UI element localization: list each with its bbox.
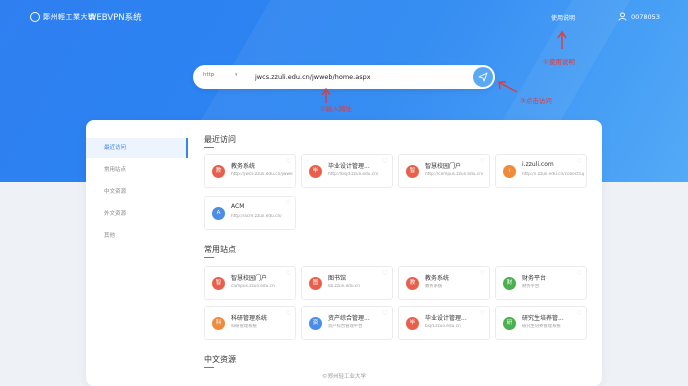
site-icon: 教 <box>406 277 419 290</box>
university-logo[interactable]: 鄭州輕工業大學 <box>30 12 96 22</box>
user-menu[interactable]: 0078053 <box>618 12 660 21</box>
annotation-click-visit: ③点击访问 <box>520 97 552 105</box>
site-url: 教务系统 <box>425 284 443 289</box>
site-tile[interactable]: 资资产综合管理... 资产综合管理平台 ♡ <box>301 306 393 340</box>
site-name: 毕业设计管理... <box>328 163 370 170</box>
site-icon: 图 <box>309 277 322 290</box>
site-icon: 智 <box>212 277 225 290</box>
favorite-icon[interactable]: ♡ <box>383 158 388 165</box>
site-url: http://acm.zzuli.edu.cn/ <box>231 214 282 219</box>
annotation-arrow <box>498 81 518 93</box>
footer-copyright: ©郑州轻工业大学 <box>321 374 366 380</box>
annotation-enter-url: ②输入网址 <box>320 105 352 113</box>
site-icon: 毕 <box>406 317 419 330</box>
url-search-bar: http ▾ <box>193 65 495 89</box>
site-icon: 科 <box>212 317 225 330</box>
favorite-icon[interactable]: ♡ <box>286 158 291 165</box>
site-icon: 资 <box>309 317 322 330</box>
annotation-usage-guide: ①使用说明 <box>543 58 575 66</box>
annotation-arrow <box>321 88 331 103</box>
site-icon: 研 <box>503 317 516 330</box>
favorite-icon[interactable]: ♡ <box>480 158 485 165</box>
site-name: 毕业设计管理... <box>425 315 467 322</box>
site-tile[interactable]: 科科研管理系统 科研管理系统 ♡ <box>204 306 296 340</box>
favorite-icon[interactable]: ♡ <box>577 270 582 277</box>
site-name: 资产综合管理... <box>328 315 370 322</box>
favorite-icon[interactable]: ♡ <box>383 270 388 277</box>
site-url: 科研管理系统 <box>231 324 257 329</box>
site-url: campus.zzuli.edu.cn <box>231 284 275 289</box>
site-name: 智慧校园门户 <box>231 275 268 282</box>
favorite-icon[interactable]: ♡ <box>480 310 485 317</box>
site-name: 教务系统 <box>425 275 450 282</box>
annotation-arrow <box>557 30 567 49</box>
section-title-recent: 最近访问 <box>204 135 236 148</box>
favorite-icon[interactable]: ♡ <box>286 270 291 277</box>
site-url: lib.zzuli.edu.cn <box>328 284 361 289</box>
site-url: 研究生培养管理系统 <box>522 324 561 329</box>
favorite-icon[interactable]: ♡ <box>577 310 582 317</box>
site-tile[interactable]: 毕毕业设计管理... http://bsjd.zzuli.edu.cn/ ♡ <box>301 154 393 188</box>
site-icon: 毕 <box>309 165 322 178</box>
site-icon: A <box>212 207 225 220</box>
site-tile[interactable]: 研研究生培养管... 研究生培养管理系统 ♡ <box>495 306 587 340</box>
usage-guide-link[interactable]: 使用说明 <box>551 13 575 22</box>
main-panel: 最近访问 常用站点 中文资源 外文资源 其他 最近访问 教教务系统 http://… <box>86 120 602 386</box>
site-tile[interactable]: 智智慧校园门户 campus.zzuli.edu.cn ♡ <box>204 266 296 300</box>
site-url: bsjd.zzuli.edu.cn <box>425 324 461 329</box>
site-tile[interactable]: 图图书馆 lib.zzuli.edu.cn ♡ <box>301 266 393 300</box>
site-icon: i <box>503 165 516 178</box>
section-title-chinese: 中文资源 <box>204 355 236 368</box>
site-tile[interactable]: A ACM http://acm.zzuli.edu.cn/ ♡ <box>204 196 296 230</box>
system-title: WEBVPN系统 <box>88 13 142 23</box>
site-tile[interactable]: 毕毕业设计管理... bsjd.zzuli.edu.cn ♡ <box>398 306 490 340</box>
sidebar-item-recent[interactable]: 最近访问 <box>86 138 188 158</box>
user-icon <box>618 12 627 21</box>
site-name: 研究生培养管... <box>522 315 564 322</box>
site-tile[interactable]: 教教务系统 教务系统 ♡ <box>398 266 490 300</box>
site-url: http://jwcs.zzuli.edu.cn/jwweb/default.a… <box>231 172 293 177</box>
site-name: 科研管理系统 <box>231 315 268 322</box>
site-icon: 智 <box>406 165 419 178</box>
sidebar-item-chinese[interactable]: 中文资源 <box>86 182 188 202</box>
site-name: ACM <box>231 203 245 210</box>
site-name: 图书馆 <box>328 275 347 282</box>
go-button[interactable] <box>473 67 493 87</box>
sidebar-item-other[interactable]: 其他 <box>86 226 188 246</box>
seal-icon <box>30 12 40 22</box>
favorite-icon[interactable]: ♡ <box>286 310 291 317</box>
section-title-common: 常用站点 <box>204 245 236 258</box>
site-tile[interactable]: 教教务系统 http://jwcs.zzuli.edu.cn/jwweb/defa… <box>204 154 296 188</box>
protocol-select[interactable]: http <box>203 72 214 78</box>
site-name: 教务系统 <box>231 163 256 170</box>
site-name: i.zzuli.com <box>522 161 554 168</box>
chevron-down-icon[interactable]: ▾ <box>235 72 238 78</box>
favorite-icon[interactable]: ♡ <box>286 200 291 207</box>
site-icon: 财 <box>503 277 516 290</box>
send-icon <box>478 72 488 82</box>
site-icon: 教 <box>212 165 225 178</box>
favorite-icon[interactable]: ♡ <box>480 270 485 277</box>
site-url: http://campus.zzuli.edu.cn/ <box>425 172 484 177</box>
site-url: 资产综合管理平台 <box>328 324 363 329</box>
favorite-icon[interactable]: ♡ <box>383 310 388 317</box>
site-name: 财务平台 <box>522 275 547 282</box>
site-url: http://i.zzuli.edu.cn/collect/up_paper_l… <box>522 172 584 177</box>
favorite-icon[interactable]: ♡ <box>577 158 582 165</box>
user-id: 0078053 <box>631 12 660 21</box>
sidebar-item-foreign[interactable]: 外文资源 <box>86 204 188 224</box>
site-url: 财务平台 <box>522 284 540 289</box>
category-sidebar: 最近访问 常用站点 中文资源 外文资源 其他 <box>86 138 188 248</box>
site-tile[interactable]: 智智慧校园门户 http://campus.zzuli.edu.cn/ ♡ <box>398 154 490 188</box>
site-tile[interactable]: i i.zzuli.com http://i.zzuli.edu.cn/collec… <box>495 154 587 188</box>
site-tile[interactable]: 财财务平台 财务平台 ♡ <box>495 266 587 300</box>
site-name: 智慧校园门户 <box>425 163 462 170</box>
sidebar-item-common[interactable]: 常用站点 <box>86 160 188 180</box>
site-url: http://bsjd.zzuli.edu.cn/ <box>328 172 379 177</box>
url-input[interactable] <box>255 71 455 83</box>
